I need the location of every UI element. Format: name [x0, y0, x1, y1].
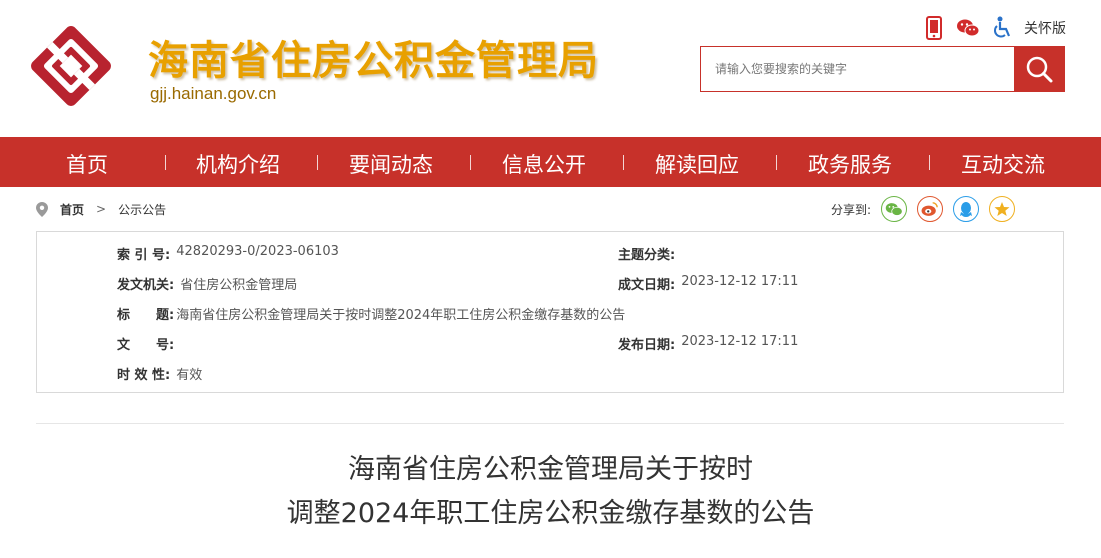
nav-separator	[929, 155, 930, 170]
nav-separator	[470, 155, 471, 170]
nav-item-disclosure[interactable]: 信息公开	[502, 149, 586, 179]
meta-published-row: 发布日期: 2023-12-12 17:11	[618, 334, 798, 353]
meta-published-label: 发布日期:	[618, 338, 676, 353]
meta-created-label: 成文日期:	[618, 278, 676, 293]
chevron-right-icon: >	[96, 202, 107, 216]
meta-issuer-value: 省住房公积金管理局	[180, 278, 298, 293]
meta-title-row: 标 题: 海南省住房公积金管理局关于按时调整2024年职工住房公积金缴存基数的公…	[117, 304, 625, 323]
nav-item-about[interactable]: 机构介绍	[196, 149, 280, 179]
meta-topic-label: 主题分类:	[618, 248, 676, 263]
search-input[interactable]	[701, 47, 1014, 91]
meta-index-label: 索 引 号:	[117, 248, 171, 263]
meta-validity-value: 有效	[176, 368, 203, 383]
share-qzone-button[interactable]	[989, 196, 1016, 222]
weibo-icon	[921, 202, 938, 216]
site-header: 海南省住房公积金管理局 gjj.hainan.gov.cn 关怀版	[0, 0, 1101, 137]
meta-index-row: 索 引 号: 42820293-0/2023-06103	[117, 244, 339, 263]
meta-issuer-row: 发文机关: 省住房公积金管理局	[117, 274, 297, 293]
accessibility-icon[interactable]	[988, 14, 1016, 42]
nav-item-interpretation[interactable]: 解读回应	[655, 149, 739, 179]
content-divider	[36, 423, 1064, 424]
wechat-icon[interactable]	[954, 14, 982, 42]
qq-icon	[960, 201, 973, 217]
meta-issuer-label: 发文机关:	[117, 278, 175, 293]
wechat-icon	[885, 202, 903, 216]
share-label: 分享到:	[831, 202, 872, 217]
document-meta-box: 索 引 号: 42820293-0/2023-06103 主题分类: 发文机关:…	[36, 231, 1064, 393]
meta-topic-row: 主题分类:	[618, 244, 681, 263]
meta-published-value: 2023-12-12 17:11	[681, 334, 799, 349]
nav-separator	[776, 155, 777, 170]
nav-item-services[interactable]: 政务服务	[808, 149, 892, 179]
meta-index-value: 42820293-0/2023-06103	[176, 244, 339, 259]
breadcrumb-current[interactable]: 公示公告	[118, 201, 166, 218]
nav-separator	[623, 155, 624, 170]
site-logo-icon[interactable]	[27, 22, 115, 110]
breadcrumb-home[interactable]: 首页	[60, 201, 84, 218]
location-pin-icon	[36, 201, 48, 217]
nav-separator	[165, 155, 166, 170]
search-bar	[700, 46, 1065, 92]
nav-separator	[317, 155, 318, 170]
nav-item-news[interactable]: 要闻动态	[349, 149, 433, 179]
meta-created-value: 2023-12-12 17:11	[681, 274, 799, 289]
meta-validity-row: 时 效 性: 有效	[117, 364, 202, 383]
search-icon	[1026, 56, 1053, 83]
meta-validity-label: 时 效 性:	[117, 368, 171, 383]
search-button[interactable]	[1014, 47, 1064, 91]
meta-title-value: 海南省住房公积金管理局关于按时调整2024年职工住房公积金缴存基数的公告	[176, 308, 626, 323]
main-nav: 首页 机构介绍 要闻动态 信息公开 解读回应 政务服务 互动交流	[0, 137, 1101, 187]
share-weibo-button[interactable]	[917, 196, 944, 222]
share-wechat-button[interactable]	[881, 196, 908, 222]
care-mode-link[interactable]: 关怀版	[1024, 18, 1066, 38]
breadcrumb: 首页 > 公示公告	[36, 198, 166, 220]
article-title-line-2: 调整2024年职工住房公积金缴存基数的公告	[286, 498, 815, 529]
nav-item-home[interactable]: 首页	[66, 149, 108, 179]
article-title: 海南省住房公积金管理局关于按时 调整2024年职工住房公积金缴存基数的公告	[0, 448, 1101, 536]
share-bar: 分享到:	[831, 196, 1025, 222]
meta-doc-no-label: 文 号:	[117, 338, 175, 353]
top-links: 关怀版	[920, 14, 1066, 42]
site-title[interactable]: 海南省住房公积金管理局	[148, 28, 599, 86]
meta-doc-no-row: 文 号:	[117, 334, 180, 353]
mobile-icon[interactable]	[920, 14, 948, 42]
nav-item-interaction[interactable]: 互动交流	[961, 149, 1045, 179]
meta-created-row: 成文日期: 2023-12-12 17:11	[618, 274, 798, 293]
share-qq-button[interactable]	[953, 196, 980, 222]
article-title-line-1: 海南省住房公积金管理局关于按时	[348, 454, 753, 485]
meta-title-label: 标 题:	[117, 308, 175, 323]
qzone-star-icon	[994, 202, 1010, 216]
site-domain: gjj.hainan.gov.cn	[150, 84, 277, 103]
